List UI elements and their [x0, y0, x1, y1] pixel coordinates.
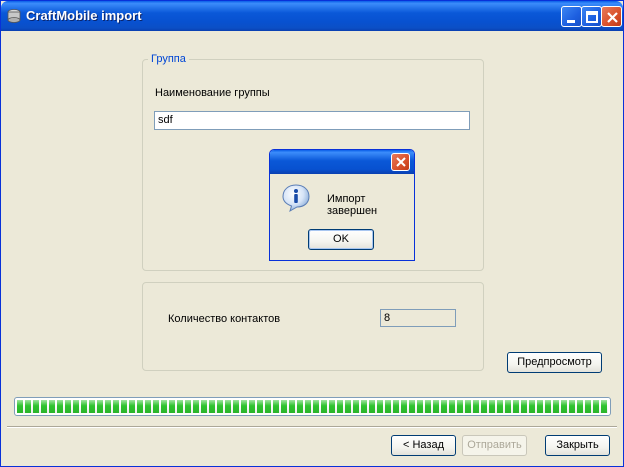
maximize-icon: [586, 11, 598, 23]
import-progress-bar: [14, 397, 611, 416]
maximize-button[interactable]: [581, 6, 602, 27]
import-complete-dialog: Импорт завершен OK: [269, 149, 415, 261]
dialog-message: Импорт завершен: [327, 193, 378, 217]
back-button[interactable]: < Назад: [391, 435, 456, 456]
title-bar[interactable]: CraftMobile import: [1, 1, 623, 31]
app-icon: [6, 8, 22, 24]
dialog-ok-button[interactable]: OK: [308, 229, 374, 250]
close-button[interactable]: Закрыть: [545, 435, 610, 456]
minimize-icon: [567, 20, 575, 23]
dialog-title-bar[interactable]: [270, 150, 414, 174]
group-legend: Группа: [148, 53, 189, 65]
main-window: CraftMobile import Группа Наименование г…: [0, 0, 624, 467]
dialog-close-button[interactable]: [391, 153, 410, 171]
contacts-count-label: Количество контактов: [168, 313, 281, 325]
close-icon: [607, 12, 618, 23]
group-name-input[interactable]: sdf: [154, 111, 470, 130]
progress-fill: [17, 400, 608, 413]
group-name-label: Наименование группы: [155, 87, 270, 99]
footer-divider: [7, 426, 617, 428]
send-button[interactable]: Отправить: [462, 435, 527, 456]
window-title: CraftMobile import: [26, 8, 142, 23]
close-window-button[interactable]: [601, 6, 622, 27]
preview-button[interactable]: Предпросмотр: [507, 352, 602, 373]
close-icon: [396, 157, 406, 167]
info-icon: [281, 183, 311, 213]
contacts-count-field: 8: [380, 309, 456, 327]
minimize-button[interactable]: [561, 6, 582, 27]
